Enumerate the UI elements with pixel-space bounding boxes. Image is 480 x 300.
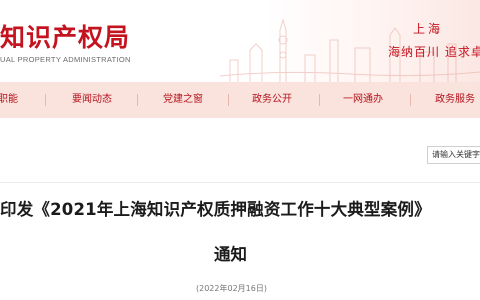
article-date: (2022年02月16日) — [196, 284, 267, 293]
nav-separator — [319, 94, 320, 106]
nav-item-gov-services[interactable]: 政务服务 — [435, 82, 475, 118]
site-header: 知识产权局 UAL PROPERTY ADMINISTRATION 上海 海纳百… — [0, 0, 480, 82]
city-name: 上海 — [413, 22, 444, 36]
nav-separator — [410, 94, 411, 106]
main-nav: 职能 要闻动态 党建之窗 政务公开 一网通办 政务服务 — [0, 82, 480, 118]
site-subtitle: UAL PROPERTY ADMINISTRATION — [0, 55, 131, 64]
motto-slogan: 海纳百川 追求卓越 — [388, 45, 480, 59]
skyline-graphic — [220, 18, 480, 82]
article-title: 印发《2021年上海知识产权质押融资工作十大典型案例》 — [0, 200, 431, 219]
nav-item-one-stop-service[interactable]: 一网通办 — [343, 82, 383, 118]
nav-item-functions[interactable]: 职能 — [0, 82, 18, 118]
nav-item-public-affairs[interactable]: 政务公开 — [252, 82, 292, 118]
nav-separator — [45, 94, 46, 106]
nav-item-party-building[interactable]: 党建之窗 — [163, 82, 203, 118]
nav-separator — [137, 94, 138, 106]
content-divider — [0, 182, 480, 183]
site-title[interactable]: 知识产权局 — [0, 18, 130, 54]
nav-separator — [228, 94, 229, 106]
nav-item-news[interactable]: 要闻动态 — [72, 82, 112, 118]
search-input[interactable]: 请输入关键字 — [427, 146, 480, 164]
article-title-continued: 通知 — [214, 245, 247, 264]
